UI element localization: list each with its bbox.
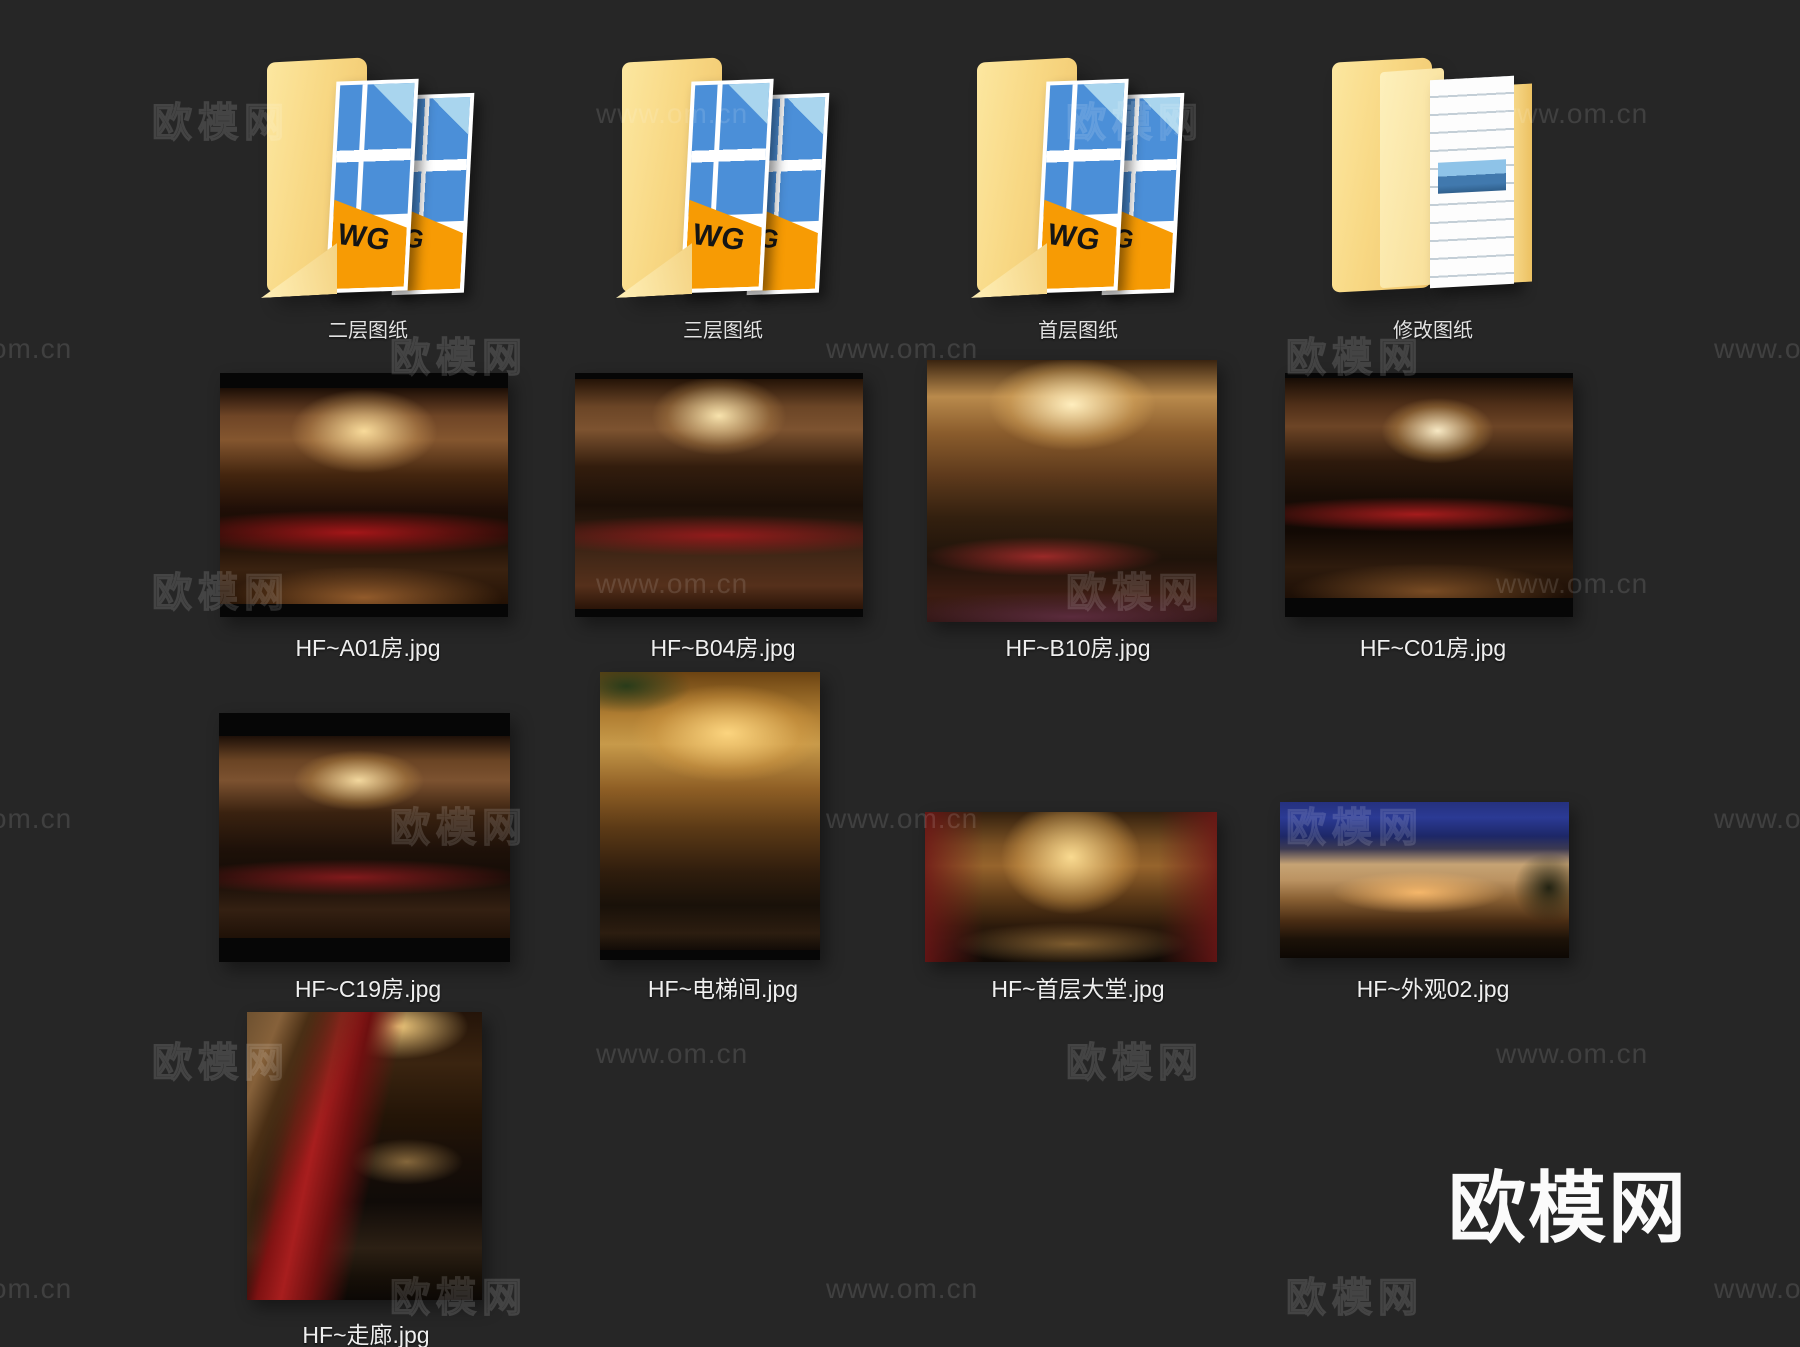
url-watermark: www.om.cn: [0, 333, 73, 364]
url-watermark: www.om.cn: [596, 1038, 749, 1069]
folder-label[interactable]: 首层图纸: [963, 314, 1193, 343]
dwg-file-icon: WG: [325, 78, 419, 294]
file-label[interactable]: HF~C01房.jpg: [1283, 629, 1583, 663]
photo-room-a01: [220, 388, 508, 604]
file-thumbnail-c19[interactable]: [219, 713, 510, 962]
brand-watermark: 欧模网: [1285, 1275, 1424, 1320]
file-label[interactable]: HF~A01房.jpg: [218, 629, 518, 663]
file-thumbnail-lobby[interactable]: [925, 812, 1217, 962]
file-thumbnail-b04[interactable]: [575, 373, 863, 617]
url-watermark: www.om.cn: [1714, 333, 1800, 364]
folder-icon-third-floor-dwg[interactable]: G WG: [608, 44, 838, 304]
folder-icon-second-floor-dwg[interactable]: G WG: [253, 44, 483, 304]
url-watermark: www.om.cn: [0, 803, 73, 834]
file-label[interactable]: HF~B10房.jpg: [928, 629, 1228, 663]
folder-label[interactable]: 修改图纸: [1318, 314, 1548, 343]
folder-icon-first-floor-dwg[interactable]: G WG: [963, 44, 1193, 304]
url-watermark: www.om.cn: [1714, 1273, 1800, 1304]
dwg-file-icon: WG: [1035, 78, 1129, 294]
url-watermark: www.om.cn: [0, 1273, 73, 1304]
brand-watermark: 欧模网: [1065, 1040, 1204, 1085]
file-label[interactable]: HF~首层大堂.jpg: [928, 970, 1228, 1004]
file-thumbnail-elevator[interactable]: [600, 672, 820, 960]
url-watermark: www.om.cn: [1496, 1038, 1649, 1069]
photo-exterior-night: [1280, 802, 1569, 958]
folder-edge: [1514, 83, 1532, 283]
file-label[interactable]: HF~电梯间.jpg: [573, 970, 873, 1004]
file-thumbnail-corridor[interactable]: [247, 1012, 482, 1300]
photo-room-c01: [1285, 378, 1573, 598]
dwg-badge: WG: [689, 217, 750, 258]
file-thumbnail-exterior[interactable]: [1280, 802, 1569, 958]
dwg-badge: WG: [334, 217, 395, 258]
folder-label[interactable]: 三层图纸: [608, 314, 838, 343]
file-label[interactable]: HF~B04房.jpg: [573, 629, 873, 663]
document-page-icon: [1430, 75, 1514, 289]
photo-room-c19: [219, 736, 510, 938]
file-thumbnail-c01[interactable]: [1285, 373, 1573, 617]
folder-icon-modified-drawings[interactable]: [1318, 44, 1548, 304]
photo-room-b04: [575, 379, 863, 609]
file-label[interactable]: HF~走廊.jpg: [216, 1316, 516, 1347]
photo-corridor: [247, 1012, 482, 1300]
site-logo: 欧模网: [1448, 1164, 1689, 1252]
photo-elevator-lobby: [600, 672, 820, 950]
dwg-file-icon: WG: [680, 78, 774, 294]
file-thumbnail-a01[interactable]: [220, 373, 508, 617]
file-manager-canvas: G WG 二层图纸 G WG 三层图纸 G WG 首层图纸 修改图纸 HF~A0…: [0, 0, 1800, 1347]
url-watermark: www.om.cn: [826, 1273, 979, 1304]
file-thumbnail-b10[interactable]: [927, 360, 1217, 622]
photo-room-b10: [927, 360, 1217, 622]
file-label[interactable]: HF~外观02.jpg: [1283, 970, 1583, 1004]
dwg-badge: WG: [1044, 217, 1105, 258]
file-label[interactable]: HF~C19房.jpg: [218, 970, 518, 1004]
url-watermark: www.om.cn: [1714, 803, 1800, 834]
folder-label[interactable]: 二层图纸: [253, 314, 483, 343]
photo-ground-lobby: [925, 812, 1217, 962]
